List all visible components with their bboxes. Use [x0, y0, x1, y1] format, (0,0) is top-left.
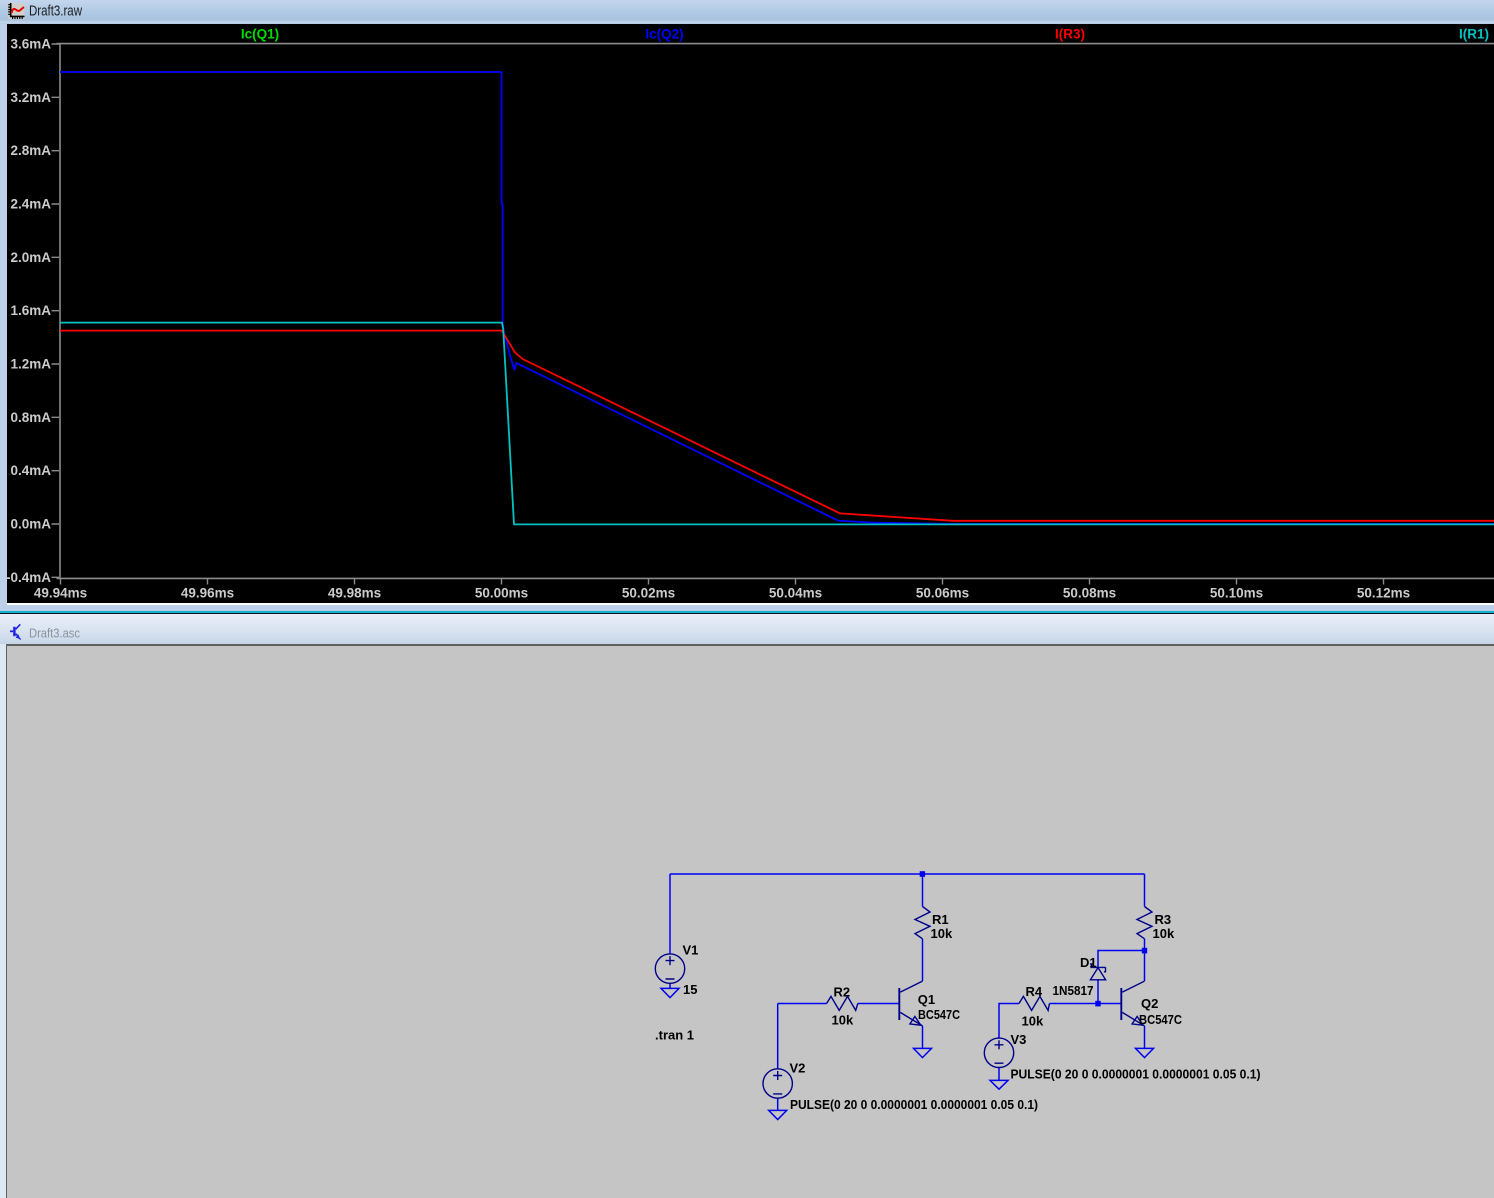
svg-text:V2: V2 — [790, 1061, 806, 1076]
svg-text:R2: R2 — [834, 984, 851, 999]
svg-text:10k: 10k — [832, 1012, 854, 1027]
svg-text:V1: V1 — [683, 943, 699, 958]
svg-text:R4: R4 — [1026, 984, 1043, 999]
svg-text:BC547C: BC547C — [1139, 1012, 1183, 1027]
svg-text:15: 15 — [683, 982, 697, 997]
svg-text:.tran 1: .tran 1 — [655, 1028, 694, 1043]
svg-text:Q2: Q2 — [1141, 996, 1158, 1011]
svg-text:Q1: Q1 — [918, 992, 935, 1007]
svg-text:PULSE(0 20 0 0.0000001 0.00000: PULSE(0 20 0 0.0000001 0.0000001 0.05 0.… — [790, 1097, 1038, 1112]
svg-text:V3: V3 — [1011, 1032, 1027, 1047]
svg-text:10k: 10k — [1022, 1014, 1044, 1029]
svg-text:1N5817: 1N5817 — [1053, 983, 1094, 998]
svg-text:D1: D1 — [1080, 955, 1097, 970]
svg-text:R3: R3 — [1155, 912, 1172, 927]
svg-text:10k: 10k — [931, 926, 953, 941]
svg-text:PULSE(0 20 0 0.0000001 0.00000: PULSE(0 20 0 0.0000001 0.0000001 0.05 0.… — [1011, 1067, 1261, 1082]
svg-text:BC547C: BC547C — [918, 1007, 961, 1022]
svg-text:R1: R1 — [932, 912, 949, 927]
svg-text:10k: 10k — [1153, 926, 1175, 941]
